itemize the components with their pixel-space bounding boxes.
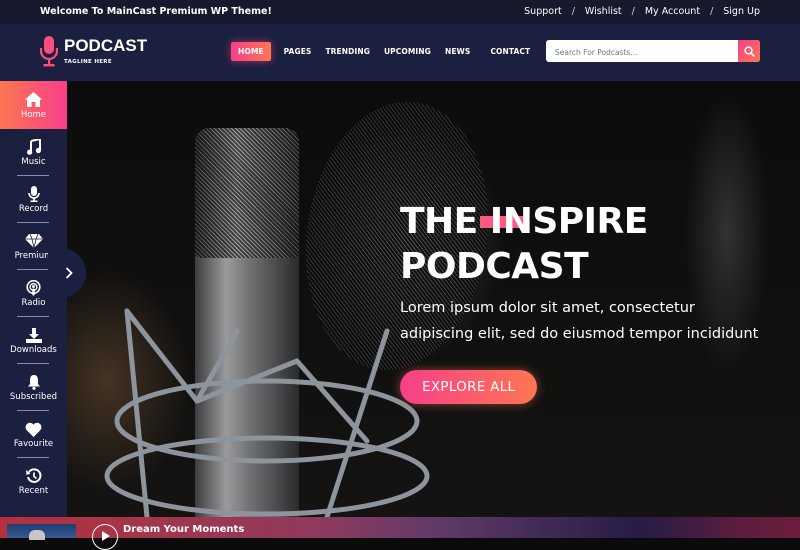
search-button[interactable] bbox=[738, 40, 760, 62]
main-nav: HOME PAGES TRENDING UPCOMING NEWS CONTAC… bbox=[231, 42, 544, 61]
search-icon bbox=[743, 45, 755, 57]
chevron-right-icon bbox=[65, 267, 73, 279]
nav-contact[interactable]: CONTACT bbox=[490, 42, 530, 61]
top-bar: Welcome To MainCast Premium WP Theme! Su… bbox=[0, 0, 800, 24]
play-button[interactable] bbox=[92, 524, 118, 550]
logo-title: PODCAST bbox=[64, 36, 148, 55]
nav-pages[interactable]: PAGES bbox=[284, 42, 312, 61]
wishlist-link[interactable]: Wishlist bbox=[585, 6, 622, 17]
diamond-icon bbox=[24, 232, 43, 250]
separator: / bbox=[631, 6, 635, 17]
sidebar-item-record[interactable]: Record bbox=[0, 176, 67, 223]
sidebar-item-subscribed[interactable]: Subscribed bbox=[0, 364, 67, 411]
hero-title: THE INSPIRE PODCAST bbox=[400, 201, 648, 287]
separator: / bbox=[571, 6, 575, 17]
search-input[interactable] bbox=[546, 41, 736, 62]
sidebar-item-favourite[interactable]: Favourite bbox=[0, 411, 67, 458]
support-link[interactable]: Support bbox=[524, 6, 562, 17]
main-header: PODCAST TAGLINE HERE HOME PAGES TRENDING… bbox=[0, 24, 800, 81]
bell-icon bbox=[27, 373, 41, 391]
separator: / bbox=[710, 6, 714, 17]
account-links: Support / Wishlist / My Account / Sign U… bbox=[524, 6, 760, 17]
audio-player-bar: Dream Your Moments bbox=[0, 517, 800, 550]
sidebar-item-home[interactable]: Home bbox=[0, 81, 67, 129]
hero-content: THE INSPIRE PODCAST Lorem ipsum dolor si… bbox=[400, 199, 758, 404]
sign-up-link[interactable]: Sign Up bbox=[723, 6, 760, 17]
search-box bbox=[546, 40, 760, 62]
track-title: Dream Your Moments bbox=[123, 524, 245, 535]
track-thumbnail bbox=[7, 524, 76, 540]
hero-subtitle: Lorem ipsum dolor sit amet, consectetur … bbox=[400, 300, 759, 342]
microphone-grille-image bbox=[195, 128, 299, 258]
logo[interactable]: PODCAST TAGLINE HERE bbox=[39, 36, 148, 68]
podcast-icon bbox=[26, 279, 41, 297]
music-note-icon bbox=[26, 138, 41, 156]
nav-home[interactable]: HOME bbox=[231, 42, 271, 61]
sidebar: Home Music Record Premium Radio Download… bbox=[0, 81, 67, 517]
shock-mount-image bbox=[104, 308, 430, 517]
nav-upcoming[interactable]: UPCOMING bbox=[384, 42, 431, 61]
explore-all-button[interactable]: EXPLORE ALL bbox=[400, 370, 538, 404]
microphone-logo-icon bbox=[39, 36, 59, 68]
logo-tagline: TAGLINE HERE bbox=[64, 59, 112, 65]
download-icon bbox=[25, 326, 42, 344]
microphone-icon bbox=[27, 185, 40, 203]
sidebar-item-music[interactable]: Music bbox=[0, 129, 67, 176]
welcome-text: Welcome To MainCast Premium WP Theme! bbox=[40, 6, 272, 17]
sidebar-item-downloads[interactable]: Downloads bbox=[0, 317, 67, 364]
nav-trending[interactable]: TRENDING bbox=[325, 42, 370, 61]
hero-banner: THE INSPIRE PODCAST Lorem ipsum dolor si… bbox=[67, 81, 800, 517]
sidebar-item-recent[interactable]: Recent bbox=[0, 458, 67, 505]
history-icon bbox=[25, 467, 42, 485]
nav-news[interactable]: NEWS bbox=[445, 42, 470, 61]
home-icon bbox=[25, 91, 42, 109]
my-account-link[interactable]: My Account bbox=[645, 6, 700, 17]
heart-icon bbox=[25, 420, 42, 438]
